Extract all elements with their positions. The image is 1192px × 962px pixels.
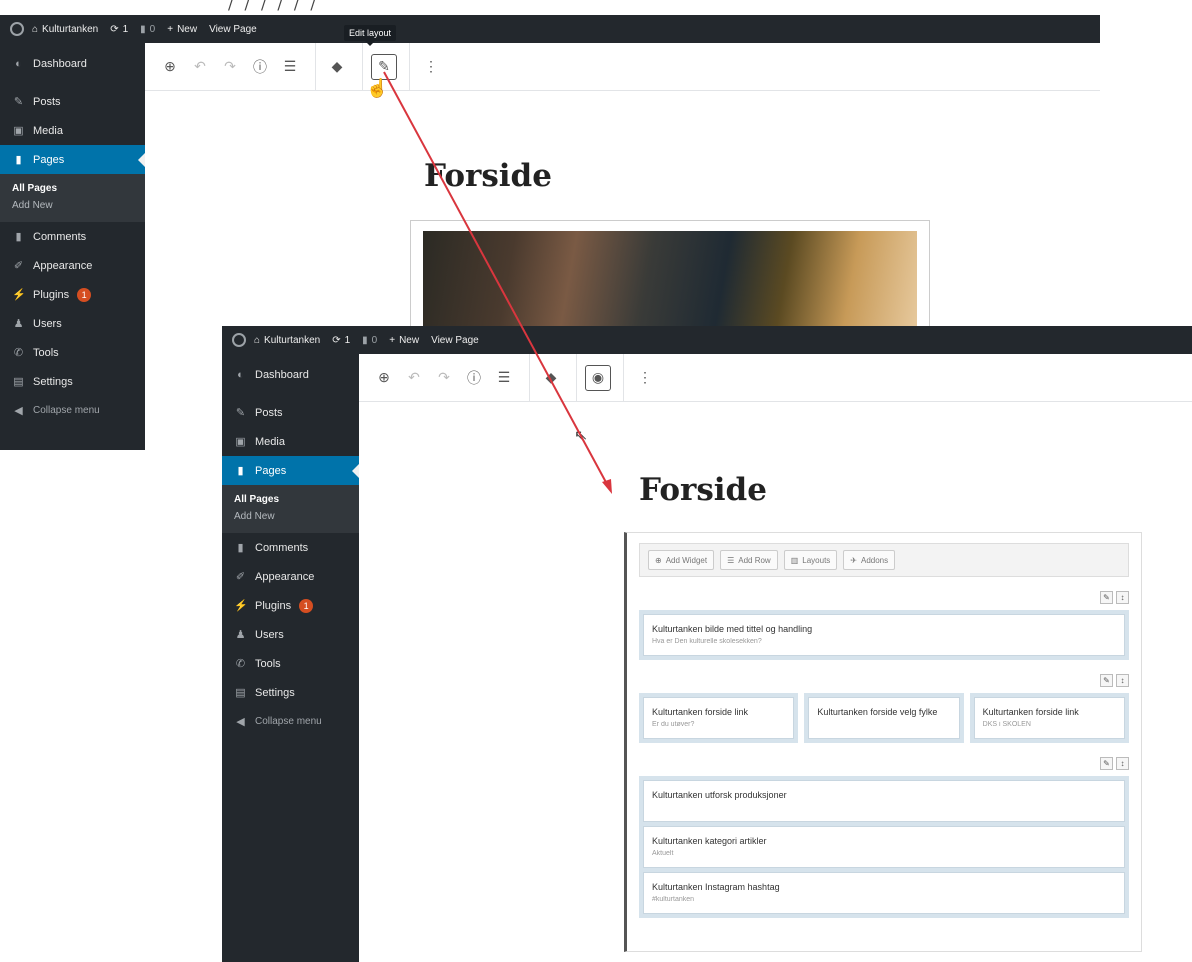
arrow-line bbox=[383, 71, 609, 487]
arrow-head bbox=[602, 479, 612, 494]
annotation-arrow bbox=[383, 71, 612, 494]
